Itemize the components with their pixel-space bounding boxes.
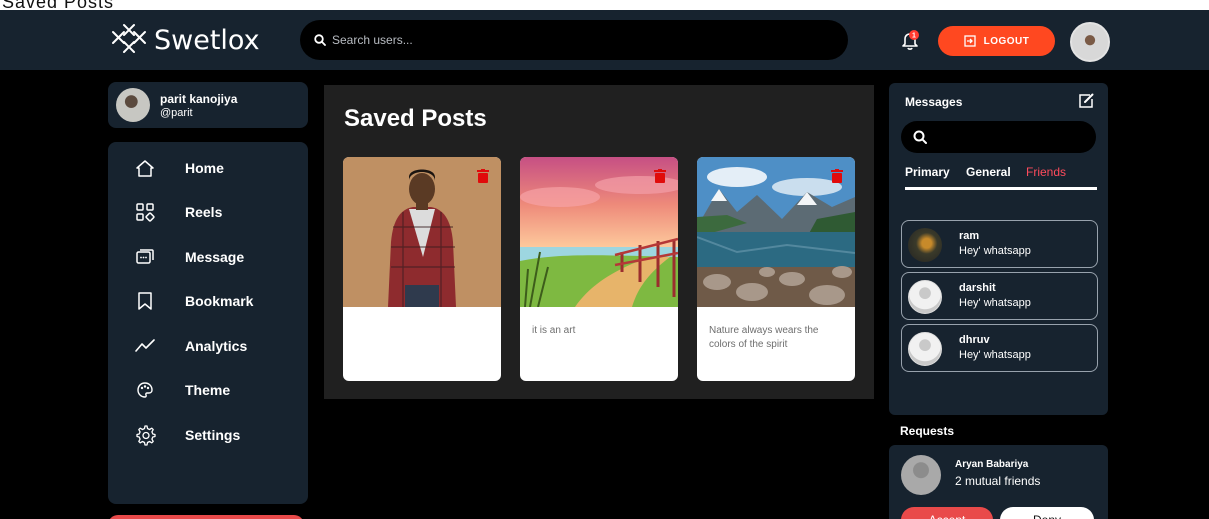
cropped-heading-text: Saved Posts	[2, 0, 115, 10]
saved-post-card[interactable]: it is an art	[520, 157, 678, 381]
top-navbar: Swetlox 1	[0, 10, 1209, 70]
sidebar-item-label: Theme	[185, 382, 231, 398]
create-post-button[interactable]	[108, 515, 304, 519]
compose-icon[interactable]	[1078, 93, 1094, 109]
message-tabs: Primary General Friends	[905, 165, 1097, 190]
messages-panel: Messages Primary General Friends ram Hey…	[889, 83, 1108, 415]
sidebar-item-label: Settings	[185, 427, 241, 443]
search-input[interactable]	[332, 33, 812, 47]
avatar	[908, 332, 942, 366]
notification-count: 1	[912, 33, 916, 40]
cropped-page-heading: Saved Posts	[0, 0, 1209, 10]
contact-name: ram	[959, 230, 980, 242]
delete-icon[interactable]	[477, 169, 489, 183]
sidebar-item-message[interactable]: Message	[108, 241, 308, 273]
sidebar-item-analytics[interactable]: Analytics	[108, 330, 308, 362]
accept-button[interactable]: Accept	[901, 507, 993, 519]
screenshot-canvas: Saved Posts Swetlox Search users... 1 LO…	[0, 0, 1209, 519]
post-caption: Nature always wears the colors of the sp…	[709, 325, 819, 350]
messages-title: Messages	[905, 95, 963, 109]
contact-preview: Hey' whatsapp	[959, 297, 1031, 309]
post-caption: it is an art	[532, 325, 576, 336]
delete-icon[interactable]	[654, 169, 666, 183]
reels-icon	[134, 201, 156, 223]
sidebar-item-label: Message	[185, 249, 245, 265]
contact-name: dhruv	[959, 334, 990, 346]
brand-name: Swetlox	[154, 24, 260, 56]
sidebar-item-label: Analytics	[185, 338, 248, 354]
sidebar-item-settings[interactable]: Settings	[108, 419, 308, 451]
profile-avatar	[116, 88, 150, 122]
sidebar-item-reels[interactable]: Reels	[108, 196, 308, 228]
home-icon	[134, 157, 156, 179]
tab-general[interactable]: General	[966, 165, 1011, 179]
delete-icon[interactable]	[831, 169, 843, 183]
requests-title: Requests	[900, 424, 955, 438]
tab-underline	[905, 187, 1097, 190]
user-avatar[interactable]	[1070, 22, 1110, 62]
search-icon	[314, 34, 326, 46]
contact-preview: Hey' whatsapp	[959, 245, 1031, 257]
bookmark-icon	[134, 290, 156, 312]
sidebar-item-label: Reels	[185, 204, 223, 220]
logout-icon	[963, 35, 976, 47]
logout-label: LOGOUT	[983, 35, 1030, 47]
analytics-icon	[134, 335, 156, 357]
contact-item[interactable]: darshit Hey' whatsapp	[901, 272, 1098, 320]
contact-item[interactable]: ram Hey' whatsapp	[901, 220, 1098, 268]
messages-search[interactable]	[901, 121, 1096, 153]
saved-post-card[interactable]	[343, 157, 501, 381]
sidebar-item-bookmark[interactable]: Bookmark	[108, 285, 308, 317]
sidebar-item-label: Bookmark	[185, 293, 254, 309]
tab-primary[interactable]: Primary	[905, 165, 950, 179]
contact-item[interactable]: dhruv Hey' whatsapp	[901, 324, 1098, 372]
gear-icon	[134, 424, 156, 446]
contact-name: darshit	[959, 282, 996, 294]
page-title: Saved Posts	[344, 105, 487, 132]
avatar	[908, 280, 942, 314]
app-window: Swetlox 1	[0, 10, 1209, 519]
message-icon	[134, 246, 156, 268]
sidebar-nav: Home Reels Message Bookmark Analytics Th…	[108, 142, 308, 504]
brand-logo[interactable]: Swetlox	[110, 22, 260, 58]
mutual-friends: 2 mutual friends	[955, 474, 1041, 488]
profile-handle: @parit	[160, 107, 193, 119]
search-icon	[913, 130, 927, 144]
search-bar[interactable]	[300, 20, 848, 60]
deny-button[interactable]: Deny	[1000, 507, 1094, 519]
friend-request-card: Aryan Babariya 2 mutual friends Accept D…	[889, 445, 1108, 519]
palette-icon	[134, 379, 156, 401]
logout-button[interactable]: LOGOUT	[938, 26, 1055, 56]
sidebar-item-label: Home	[185, 160, 224, 176]
logo-icon	[112, 24, 146, 53]
saved-post-card[interactable]: Nature always wears the colors of the sp…	[697, 157, 855, 381]
bell-icon: 1	[902, 30, 919, 50]
avatar	[901, 455, 941, 495]
contact-preview: Hey' whatsapp	[959, 349, 1031, 361]
avatar	[908, 228, 942, 262]
request-name: Aryan Babariya	[955, 459, 1029, 470]
profile-name: parit kanojiya	[160, 92, 238, 106]
sidebar-item-theme[interactable]: Theme	[108, 374, 308, 406]
saved-posts-panel: Saved Posts it is an art Nature always w…	[324, 85, 874, 399]
profile-card[interactable]: parit kanojiya @parit	[108, 82, 308, 128]
notification-button[interactable]: 1	[898, 29, 922, 53]
sidebar-item-home[interactable]: Home	[108, 152, 308, 184]
tab-friends[interactable]: Friends	[1026, 165, 1066, 179]
